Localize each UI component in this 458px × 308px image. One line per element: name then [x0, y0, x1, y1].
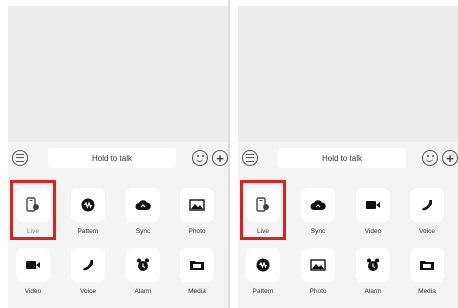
feature-pattern[interactable] [71, 188, 105, 222]
input-bar: Hold to talk + [8, 142, 228, 174]
input-bar: Hold to talk + [238, 142, 458, 174]
feature-sync[interactable] [126, 188, 160, 222]
feature-media[interactable] [180, 248, 214, 282]
feature-label: Video [364, 228, 382, 235]
feature-label: Alarm [364, 288, 382, 295]
alarm-clock-icon [367, 258, 379, 271]
pattern-icon [81, 198, 95, 212]
video-camera-icon [26, 261, 40, 269]
feature-label: Photo [188, 228, 206, 235]
chat-panel-right: Hold to talk + Live Sync Video Voice Pat… [230, 0, 458, 308]
feature-label: Live [257, 228, 269, 235]
voice-call-icon [422, 200, 432, 211]
chat-panel-left: Hold to talk + Live Pattern Sync Photo V… [0, 0, 228, 308]
feature-label: Sync [135, 228, 151, 235]
feature-video[interactable] [356, 188, 390, 222]
feature-label: Sync [310, 228, 326, 235]
feature-grid: Live Sync Video Voice Pattern Photo Alar… [238, 174, 458, 308]
voice-toggle-icon[interactable] [12, 150, 28, 166]
feature-label: Pattern [77, 228, 99, 235]
feature-label: Voice [419, 228, 435, 235]
message-area [8, 6, 228, 142]
feature-video[interactable] [16, 248, 50, 282]
feature-pattern[interactable] [246, 248, 280, 282]
photo-icon [310, 259, 326, 271]
feature-alarm[interactable] [126, 248, 160, 282]
photo-icon [189, 199, 205, 211]
sync-cloud-icon [310, 200, 326, 210]
feature-voice[interactable] [410, 188, 444, 222]
voice-call-icon [83, 260, 93, 271]
feature-alarm[interactable] [356, 248, 390, 282]
hold-to-talk-button[interactable]: Hold to talk [278, 148, 406, 168]
hold-to-talk-button[interactable]: Hold to talk [48, 148, 176, 168]
feature-label: Voice [80, 288, 96, 295]
feature-photo[interactable] [301, 248, 335, 282]
feature-photo[interactable] [180, 188, 214, 222]
video-camera-icon [366, 201, 380, 209]
voice-toggle-icon[interactable] [242, 150, 258, 166]
feature-label: Photo [309, 288, 327, 295]
feature-label: Alarm [134, 288, 152, 295]
message-area [238, 6, 458, 142]
feature-sync[interactable] [301, 188, 335, 222]
alarm-clock-icon [137, 258, 149, 271]
sync-cloud-icon [135, 200, 151, 210]
feature-label: Pattern [252, 288, 274, 295]
live-phone-icon [26, 197, 39, 212]
feature-label: Media [188, 288, 206, 295]
feature-grid: Live Pattern Sync Photo Video Voice Alar… [8, 174, 228, 308]
feature-label: Video [24, 288, 42, 295]
live-phone-icon [256, 197, 269, 212]
plus-icon[interactable]: + [212, 150, 228, 166]
emoji-icon[interactable] [422, 150, 438, 166]
emoji-icon[interactable] [192, 150, 208, 166]
feature-voice[interactable] [71, 248, 105, 282]
media-folder-icon [190, 261, 204, 270]
feature-live[interactable] [246, 188, 280, 222]
feature-label: Live [27, 228, 39, 235]
feature-label: Media [418, 288, 436, 295]
feature-live[interactable] [16, 188, 50, 222]
plus-icon[interactable]: + [442, 150, 458, 166]
feature-media[interactable] [410, 248, 444, 282]
pattern-icon [256, 258, 270, 272]
media-folder-icon [420, 261, 434, 270]
